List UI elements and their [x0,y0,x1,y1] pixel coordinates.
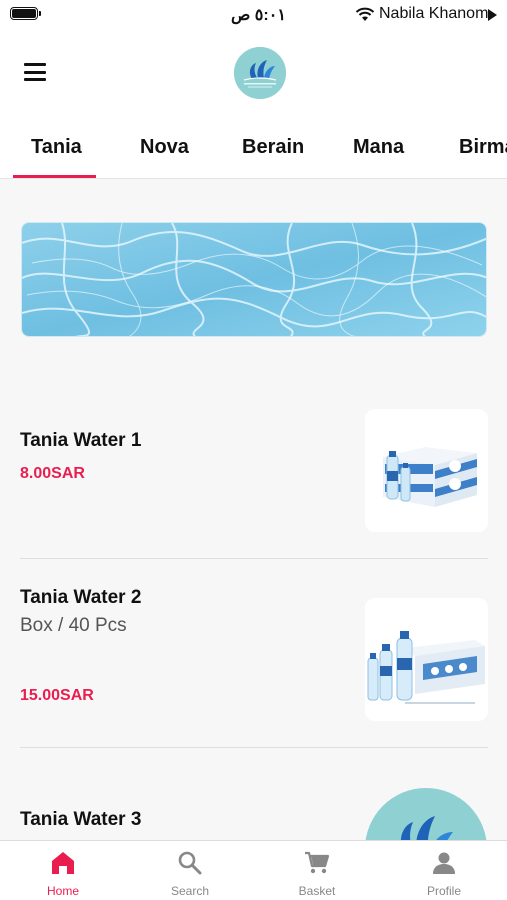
status-time: ٥:٠١ ص [231,7,286,24]
product-name: Tania Water 2 [20,587,142,608]
person-icon [433,852,455,874]
promo-banner[interactable] [21,222,487,337]
product-price: 8.00SAR [20,465,85,482]
nav-label: Search [170,884,210,898]
wifi-icon [355,7,375,21]
cart-icon [305,851,330,874]
bottom-tab-bar: Home Search Basket Profile [0,840,507,900]
product-name: Tania Water 1 [20,430,142,451]
product-image [365,409,488,532]
product-price: 15.00SAR [20,687,94,704]
tab-nova[interactable]: Nova [140,136,189,159]
divider [20,558,488,559]
search-icon [178,851,202,875]
status-bar: ٥:٠١ ص Nabila Khanom [0,0,507,30]
tab-berain[interactable]: Berain [242,136,304,159]
tab-birma[interactable]: Birma [459,136,507,159]
active-tab-indicator [13,175,96,178]
nav-profile[interactable]: Profile [381,841,507,900]
nav-label: Basket [298,884,336,898]
nav-basket[interactable]: Basket [254,841,380,900]
nav-home[interactable]: Home [0,841,126,900]
product-item[interactable]: Tania Water 3 [20,788,488,840]
play-icon [488,9,497,21]
tab-mana[interactable]: Mana [353,136,404,159]
brand-logo [234,47,286,99]
product-image [365,598,488,721]
product-name: Tania Water 3 [20,809,142,830]
app-header [0,30,507,120]
carrier-name: Nabila Khanom [379,5,489,22]
brand-tabs: Tania Nova Berain Mana Birma [0,120,507,179]
divider [20,747,488,748]
home-icon [52,852,74,874]
nav-label: Home [46,884,79,898]
menu-icon[interactable] [24,63,46,81]
battery-icon [10,7,41,20]
nav-search[interactable]: Search [127,841,253,900]
product-description: Box / 40 Pcs [20,615,127,636]
nav-label: Profile [426,884,461,898]
product-image [365,788,488,840]
product-item[interactable]: Tania Water 1 8.00SAR [20,409,488,533]
product-item[interactable]: Tania Water 2 Box / 40 Pcs 15.00SAR [20,587,488,722]
tab-tania[interactable]: Tania [31,136,82,159]
